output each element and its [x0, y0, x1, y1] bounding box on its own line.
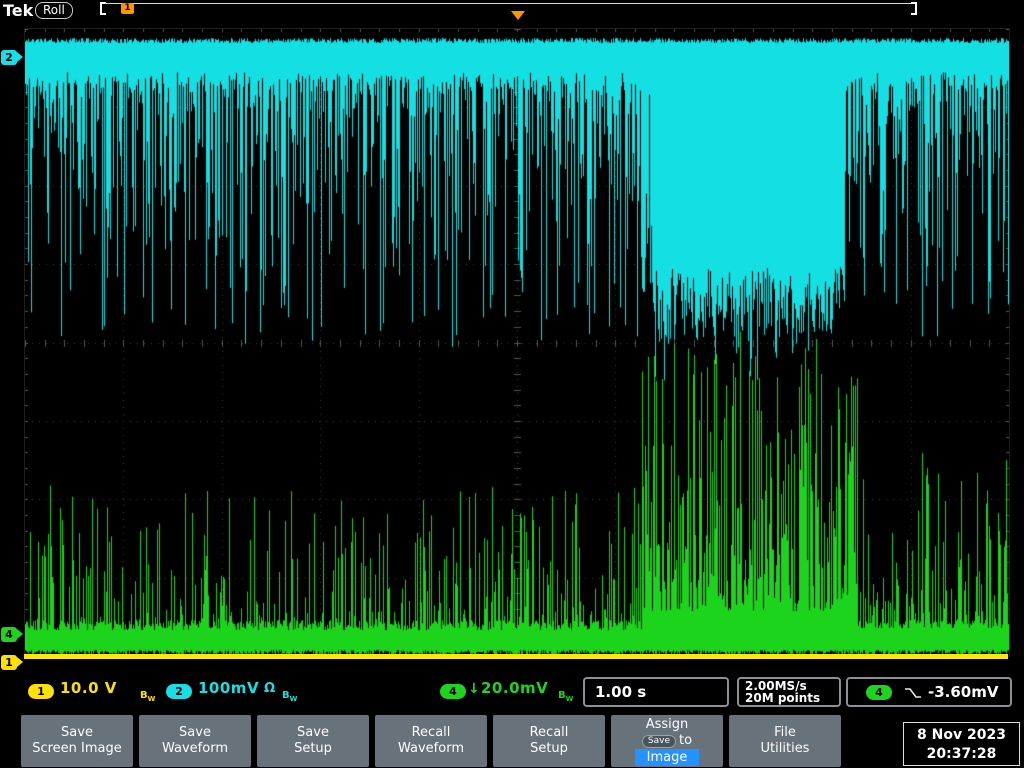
ch2-badge[interactable]: 2 [166, 684, 192, 699]
graticule-display [24, 28, 1010, 657]
ch4-bandwidth-limit-icon: BW [558, 683, 573, 703]
ch2-coupling-icon: Ω [264, 681, 275, 696]
acquisition-readout: 2.00MS/s 20M points [737, 677, 841, 707]
record-length: 20M points [745, 692, 820, 705]
recall-setup-button[interactable]: RecallSetup [493, 715, 605, 767]
trigger-source-flag: 1 [121, 3, 134, 14]
channel-1-marker[interactable]: 1 [1, 655, 17, 670]
tek-logo: Tek [3, 1, 33, 20]
trigger-readout[interactable]: 4 -3.60mV [846, 677, 1012, 707]
assign-target-highlight: Image [635, 749, 700, 766]
datetime-display: 8 Nov 2023 20:37:28 [903, 722, 1020, 766]
channel-4-marker[interactable]: 4 [1, 627, 17, 642]
save-setup-button[interactable]: SaveSetup [257, 715, 369, 767]
assign-save-to-image-button[interactable]: Assign Saveto Image [611, 715, 723, 767]
trigger-level-value: -3.60mV [928, 679, 998, 705]
file-utilities-button[interactable]: FileUtilities [729, 715, 841, 767]
record-view-bar: 1 [100, 2, 917, 15]
oscilloscope-screen: Tek Roll 1 2 4 1 1 10.0 V BW 2 100mV Ω B… [0, 0, 1024, 768]
falling-edge-icon [904, 686, 922, 700]
ch1-badge[interactable]: 1 [28, 684, 54, 699]
timebase-value: 1.00 s [595, 679, 646, 705]
ch4-badge[interactable]: 4 [440, 684, 466, 699]
trigger-source-badge: 4 [866, 685, 892, 700]
ch1-trace [24, 654, 1008, 659]
ch1-bandwidth-limit-icon: BW [140, 683, 155, 703]
save-key-icon: Save [642, 735, 676, 748]
ch2-bandwidth-limit-icon: BW [282, 683, 297, 703]
acquisition-mode-badge: Roll [35, 2, 73, 19]
ch4-offset-arrow-icon: ↓ [468, 681, 480, 697]
ch2-scale: 100mV [198, 679, 259, 697]
ch1-scale: 10.0 V [60, 679, 117, 697]
record-view-line [105, 3, 912, 4]
record-view-right-bracket [911, 2, 917, 15]
trigger-position-marker[interactable] [511, 11, 525, 20]
recall-waveform-button[interactable]: RecallWaveform [375, 715, 487, 767]
timebase-readout[interactable]: 1.00 s [583, 677, 729, 707]
date-text: 8 Nov 2023 [904, 726, 1019, 745]
time-text: 20:37:28 [904, 745, 1019, 764]
channel-2-marker[interactable]: 2 [1, 50, 17, 65]
ch4-scale: 20.0mV [481, 679, 548, 697]
save-waveform-button[interactable]: SaveWaveform [139, 715, 251, 767]
save-screen-image-button[interactable]: SaveScreen Image [21, 715, 133, 767]
